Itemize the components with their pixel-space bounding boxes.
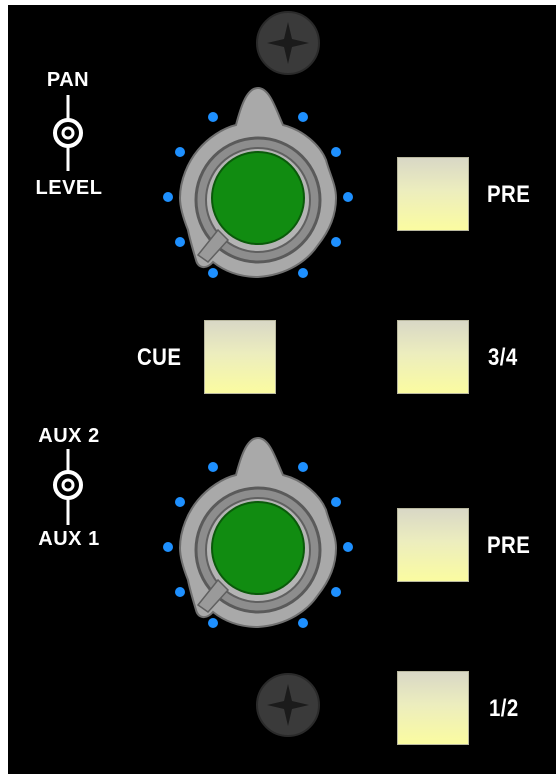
cue-label: CUE [137, 344, 182, 371]
concentric-selector-icon [53, 449, 83, 525]
pan-label: PAN [46, 69, 90, 91]
three-four-button[interactable] [397, 320, 469, 394]
concentric-selector-icon [53, 95, 83, 171]
channel-strip-panel: PAN LEVEL PRE CUE 3/4 AUX 2 AUX 1 PRE 1/… [8, 5, 556, 774]
pre-upper-button[interactable] [397, 157, 469, 231]
one-two-button[interactable] [397, 671, 469, 745]
cue-button[interactable] [204, 320, 276, 394]
lower-knob[interactable] [158, 430, 358, 635]
three-four-label: 3/4 [488, 344, 518, 371]
level-label: LEVEL [35, 177, 103, 199]
pre-upper-label: PRE [487, 181, 531, 208]
screw-icon [256, 11, 320, 75]
screw-icon [256, 673, 320, 737]
pre-lower-label: PRE [487, 532, 531, 559]
upper-knob[interactable] [158, 80, 358, 285]
pre-lower-button[interactable] [397, 508, 469, 582]
one-two-label: 1/2 [489, 695, 519, 722]
aux1-label: AUX 1 [38, 528, 100, 550]
